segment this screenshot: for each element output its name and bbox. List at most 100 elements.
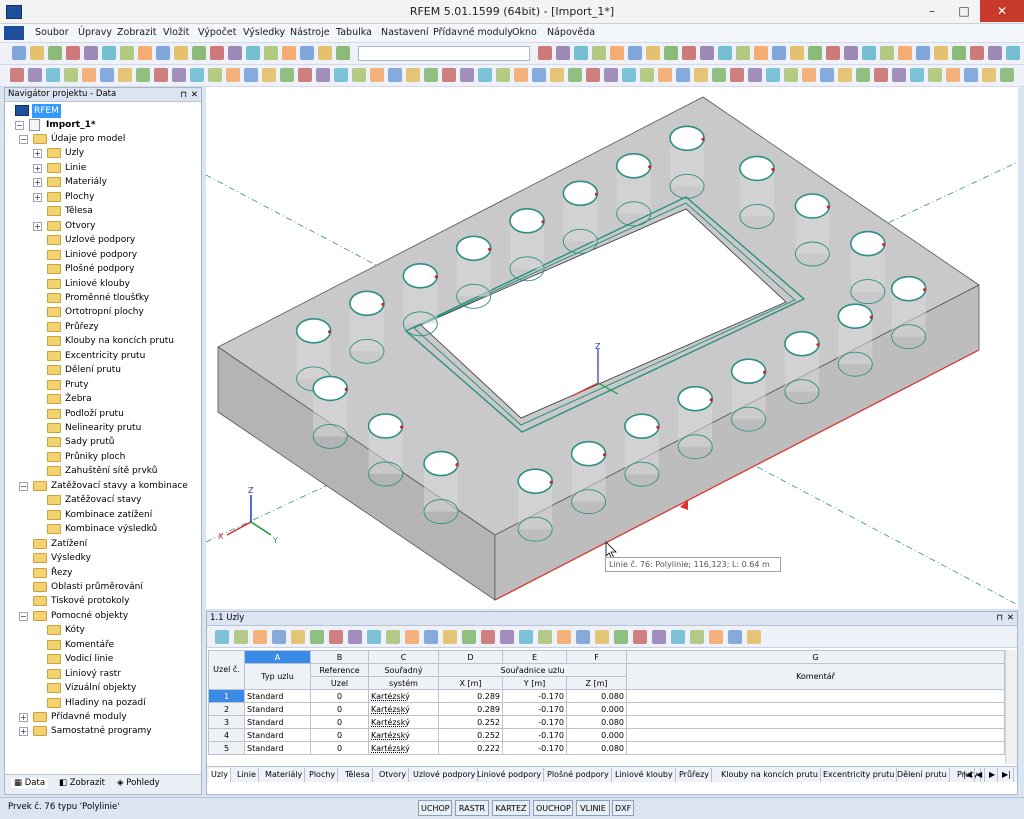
toolbar-button-icon[interactable] xyxy=(748,68,762,82)
toolbar-button-icon[interactable] xyxy=(318,46,332,60)
tree-item[interactable]: Výsledky xyxy=(9,551,199,565)
row-number[interactable]: 3 xyxy=(208,715,245,729)
node-point[interactable] xyxy=(328,330,332,334)
menu-pridavne-moduly[interactable]: Přídavné moduly xyxy=(433,27,513,38)
toolbar-button-icon[interactable] xyxy=(568,68,582,82)
tree-item[interactable]: + Přídavné moduly xyxy=(9,710,199,724)
sheet-nav-arrow-icon[interactable]: ▶ xyxy=(987,768,999,782)
sheet-tab[interactable]: Tělesa xyxy=(343,768,373,782)
cell-ref[interactable]: 0 xyxy=(310,702,369,716)
toolbar-button-icon[interactable] xyxy=(12,46,26,60)
cell-typ[interactable]: Standard xyxy=(244,715,311,729)
hole-top[interactable] xyxy=(669,125,705,152)
row-number[interactable]: 2 xyxy=(208,702,245,716)
toolbar-button-icon[interactable] xyxy=(352,68,366,82)
menu-upravy[interactable]: Úpravy xyxy=(78,27,112,38)
toolbar-button-icon[interactable] xyxy=(934,46,948,60)
cell-z[interactable]: 0.080 xyxy=(566,715,627,729)
cell-typ[interactable]: Standard xyxy=(244,741,311,755)
toolbar-button-icon[interactable] xyxy=(514,68,528,82)
toolbar-button-icon[interactable] xyxy=(244,68,258,82)
close-icon[interactable]: ✕ xyxy=(191,89,198,102)
cell-z[interactable]: 0.080 xyxy=(566,741,627,755)
sheet-tab[interactable]: Otvory xyxy=(377,768,410,782)
toolbar-button-icon[interactable] xyxy=(664,46,678,60)
cell-comment[interactable] xyxy=(626,741,1005,755)
cell-y[interactable]: -0.170 xyxy=(502,741,567,755)
menu-nastroje[interactable]: Nástroje xyxy=(290,27,330,38)
toolbar-button-icon[interactable] xyxy=(532,68,546,82)
cell-x[interactable]: 0.222 xyxy=(438,741,503,755)
menu-okno[interactable]: Okno xyxy=(512,27,537,38)
tree-item[interactable]: Klouby na koncích prutu xyxy=(9,334,199,348)
toolbar-button-icon[interactable] xyxy=(604,68,618,82)
hole-top[interactable] xyxy=(509,208,545,234)
cell-x[interactable]: 0.252 xyxy=(438,728,503,742)
toolbar-button-icon[interactable] xyxy=(460,68,474,82)
toolbar-button-icon[interactable] xyxy=(682,46,696,60)
expand-icon[interactable]: + xyxy=(19,727,28,737)
toolbar-button-icon[interactable] xyxy=(336,46,350,60)
toolbar-button-icon[interactable] xyxy=(1006,46,1020,60)
cell-ref[interactable]: 0 xyxy=(310,741,369,755)
table-toolbar-button-icon[interactable] xyxy=(557,630,571,644)
tree-item[interactable]: Excentricity prutu xyxy=(9,349,199,363)
table-toolbar-button-icon[interactable] xyxy=(690,630,704,644)
toolbar-button-icon[interactable] xyxy=(766,68,780,82)
tree-item[interactable]: Komentáře xyxy=(9,638,199,652)
toolbar-button-icon[interactable] xyxy=(772,46,786,60)
toolbar-button-icon[interactable] xyxy=(736,46,750,60)
tree-item[interactable]: Plošné podpory xyxy=(9,262,199,276)
toolbar-button-icon[interactable] xyxy=(282,46,296,60)
toolbar-button-icon[interactable] xyxy=(592,46,606,60)
toolbar-button-icon[interactable] xyxy=(1000,68,1014,82)
toolbar-button-icon[interactable] xyxy=(66,46,80,60)
cell-comment[interactable] xyxy=(626,728,1005,742)
node-point[interactable] xyxy=(923,288,927,292)
tab-data[interactable]: ▦ Data xyxy=(11,778,49,788)
node-point[interactable] xyxy=(826,205,831,209)
sheet-tab[interactable]: Liniové klouby xyxy=(613,768,676,782)
expand-icon[interactable]: + xyxy=(33,178,42,188)
col-letter-g[interactable]: G xyxy=(626,650,1005,664)
toolbar-button-icon[interactable] xyxy=(952,46,966,60)
hole-top[interactable] xyxy=(295,318,332,344)
toolbar-button-icon[interactable] xyxy=(210,46,224,60)
table-toolbar-button-icon[interactable] xyxy=(234,630,248,644)
expand-icon[interactable]: + xyxy=(19,713,28,722)
tree-item[interactable]: Nelinearity prutu xyxy=(9,421,199,435)
tree-item[interactable]: Hladiny na pozadí xyxy=(9,696,199,710)
toolbar-button-icon[interactable] xyxy=(406,68,420,82)
toolbar-button-icon[interactable] xyxy=(628,46,642,60)
tree-item[interactable]: Průřezy xyxy=(9,320,199,334)
cell-system[interactable]: Kartézský xyxy=(368,715,439,729)
sheet-tab[interactable]: Liniové podpory xyxy=(475,768,545,782)
pin-icon[interactable]: ⊓ xyxy=(996,612,1003,625)
tree-item[interactable]: Kombinace zatížení xyxy=(9,508,199,522)
cell-system[interactable]: Kartézský xyxy=(368,741,439,755)
table-toolbar-button-icon[interactable] xyxy=(652,630,666,644)
hole-top[interactable] xyxy=(677,385,714,412)
tree-item[interactable]: Proměnné tloušťky xyxy=(9,291,199,305)
table-row[interactable]: 3 Standard 0 Kartézský 0.252 -0.170 0.080 xyxy=(208,715,1005,729)
toolbar-button-icon[interactable] xyxy=(808,46,822,60)
toolbar-button-icon[interactable] xyxy=(862,46,876,60)
node-point[interactable] xyxy=(381,302,385,306)
node-point[interactable] xyxy=(400,425,404,429)
table-toolbar-button-icon[interactable] xyxy=(709,630,723,644)
tab-zobrazit[interactable]: ◧ Zobrazit xyxy=(59,778,105,788)
toolbar-button-icon[interactable] xyxy=(208,68,222,82)
menu-napoveda[interactable]: Nápověda xyxy=(547,27,595,38)
table-toolbar-button-icon[interactable] xyxy=(481,630,495,644)
tree-item[interactable]: Zatížení xyxy=(9,537,199,551)
table-row[interactable]: 2 Standard 0 Kartézský 0.289 -0.170 0.000 xyxy=(208,702,1005,716)
tab-pohledy[interactable]: ◈ Pohledy xyxy=(117,778,160,788)
hole-top[interactable] xyxy=(837,303,874,329)
cell-comment[interactable] xyxy=(626,715,1005,729)
hole-top[interactable] xyxy=(423,450,459,477)
toolbar-button-icon[interactable] xyxy=(550,68,564,82)
node-point[interactable] xyxy=(656,425,660,429)
cell-typ[interactable]: Standard xyxy=(244,728,311,742)
sheet-tab[interactable]: Dělení prutu xyxy=(895,768,950,782)
table-toolbar-button-icon[interactable] xyxy=(538,630,552,644)
